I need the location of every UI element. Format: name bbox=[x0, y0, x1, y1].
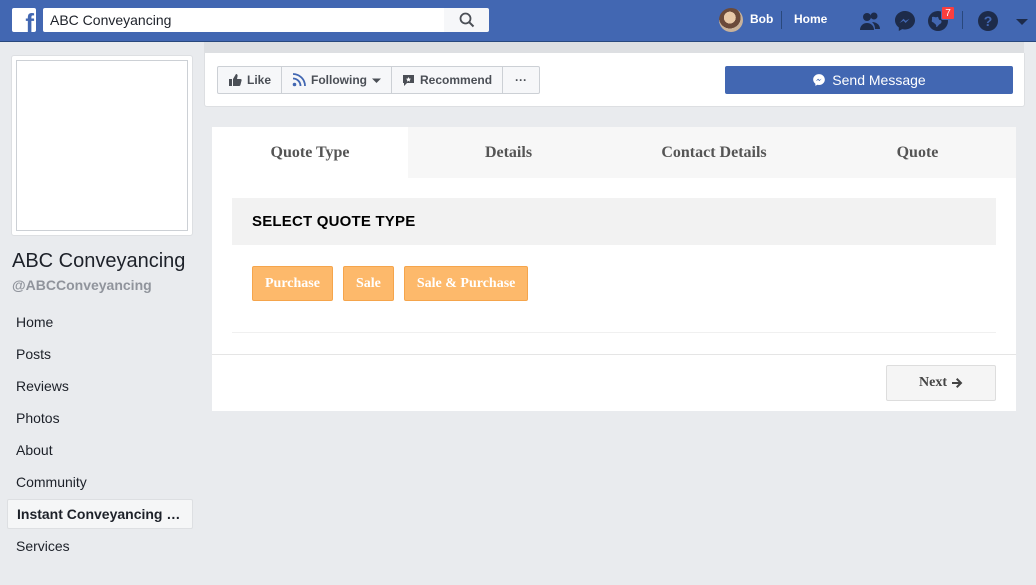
friend-requests-icon[interactable] bbox=[858, 9, 882, 33]
quote-steps-tabs: Quote Type Details Contact Details Quote bbox=[212, 127, 1016, 178]
recommend-label: Recommend bbox=[420, 73, 493, 87]
following-button[interactable]: Following bbox=[282, 67, 393, 93]
page-title[interactable]: ABC Conveyancing bbox=[12, 250, 185, 273]
cover-photo-strip bbox=[204, 42, 1024, 53]
help-icon[interactable]: ? bbox=[976, 9, 1000, 33]
tab-quote[interactable]: Quote bbox=[819, 127, 1016, 178]
sale-and-purchase-button[interactable]: Sale & Purchase bbox=[403, 266, 529, 301]
page-handle[interactable]: @ABCConveyancing bbox=[12, 277, 152, 293]
home-link[interactable]: Home bbox=[794, 12, 827, 26]
divider bbox=[962, 11, 963, 29]
svg-text:?: ? bbox=[984, 13, 993, 29]
like-button[interactable]: Like bbox=[218, 67, 283, 93]
messenger-icon[interactable] bbox=[893, 9, 917, 33]
section-heading: SELECT QUOTE TYPE bbox=[232, 198, 996, 245]
profile-picture-frame bbox=[11, 55, 193, 236]
sidebar-item-about[interactable]: About bbox=[7, 435, 193, 465]
sidebar-item-community[interactable]: Community bbox=[7, 467, 193, 497]
divider bbox=[212, 354, 1016, 355]
facebook-logo-icon[interactable]: f bbox=[12, 8, 36, 32]
page-action-bar: Like Following Recommend ··· Send Messag… bbox=[204, 53, 1025, 107]
page-action-buttons: Like Following Recommend ··· bbox=[217, 66, 541, 94]
recommend-button[interactable]: Recommend bbox=[392, 67, 504, 93]
user-avatar[interactable] bbox=[719, 8, 743, 32]
chevron-down-icon bbox=[372, 78, 382, 83]
tab-quote-type[interactable]: Quote Type bbox=[212, 127, 408, 178]
following-label: Following bbox=[311, 73, 368, 87]
quote-type-options: Purchase Sale Sale & Purchase bbox=[252, 266, 529, 301]
sale-button[interactable]: Sale bbox=[342, 266, 394, 301]
purchase-button[interactable]: Purchase bbox=[252, 266, 333, 301]
sidebar-item-home[interactable]: Home bbox=[7, 307, 193, 337]
next-button[interactable]: Next bbox=[886, 365, 996, 401]
top-navigation-bar: f Bob Home 7 ? bbox=[0, 0, 1036, 42]
send-message-button[interactable]: Send Message bbox=[725, 66, 1013, 94]
tab-details[interactable]: Details bbox=[408, 127, 609, 178]
send-message-label: Send Message bbox=[832, 72, 926, 88]
account-menu-arrow-icon[interactable] bbox=[1010, 9, 1034, 33]
like-label: Like bbox=[247, 73, 272, 87]
quote-widget: Quote Type Details Contact Details Quote… bbox=[212, 127, 1016, 411]
rss-feed-icon bbox=[292, 73, 306, 87]
divider bbox=[232, 332, 996, 333]
search-icon bbox=[459, 12, 474, 28]
next-label: Next bbox=[919, 375, 947, 390]
recommend-icon bbox=[403, 74, 415, 86]
search-button[interactable] bbox=[444, 8, 489, 32]
profile-picture[interactable] bbox=[16, 60, 188, 231]
tab-contact-details[interactable]: Contact Details bbox=[609, 127, 819, 178]
arrow-right-icon bbox=[952, 378, 963, 388]
messenger-icon bbox=[813, 74, 826, 86]
sidebar-item-instant-quote[interactable]: Instant Conveyancing Quote bbox=[7, 499, 193, 529]
sidebar-item-reviews[interactable]: Reviews bbox=[7, 371, 193, 401]
thumbs-up-icon bbox=[229, 74, 242, 86]
sidebar-item-services[interactable]: Services bbox=[7, 531, 193, 561]
more-options-button[interactable]: ··· bbox=[503, 67, 539, 93]
sidebar-item-photos[interactable]: Photos bbox=[7, 403, 193, 433]
search-input[interactable] bbox=[43, 8, 444, 32]
divider bbox=[781, 11, 782, 29]
notification-badge: 7 bbox=[941, 6, 955, 20]
profile-link[interactable]: Bob bbox=[750, 12, 773, 26]
more-options-icon: ··· bbox=[515, 73, 528, 87]
page-navigation: Home Posts Reviews Photos About Communit… bbox=[7, 307, 193, 563]
sidebar-item-posts[interactable]: Posts bbox=[7, 339, 193, 369]
